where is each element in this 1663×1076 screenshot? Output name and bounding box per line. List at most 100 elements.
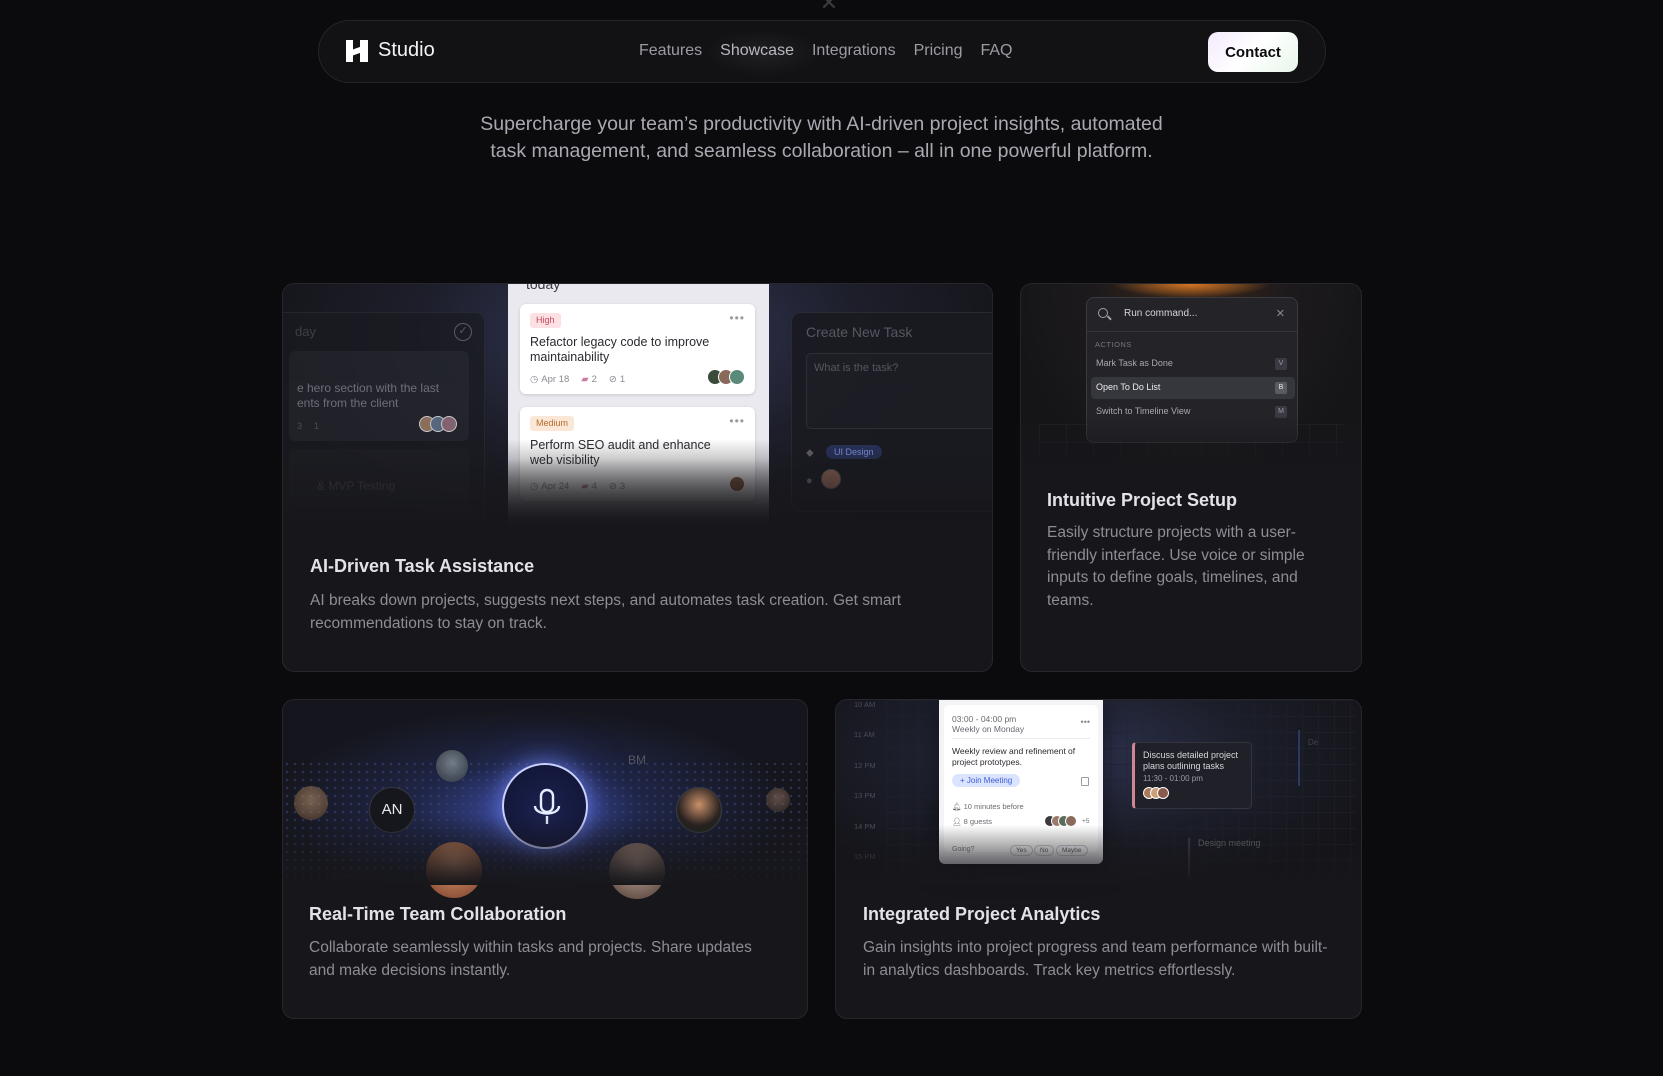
- nav-links: Features Showcase Integrations Pricing F…: [639, 42, 1013, 60]
- hero-subtitle: Supercharge your team’s productivity wit…: [480, 113, 1163, 162]
- nav-link-integrations[interactable]: Integrations: [812, 42, 896, 60]
- nav-link-showcase[interactable]: Showcase: [720, 42, 794, 60]
- more-icon[interactable]: •••: [729, 311, 745, 325]
- avatar: [426, 842, 482, 898]
- priority-tag: High: [530, 313, 561, 328]
- card-description: AI breaks down projects, suggests next s…: [310, 592, 902, 632]
- actions-section-label: ACTIONS: [1095, 340, 1132, 349]
- guests-row: 👤︎ 8 guests: [952, 817, 992, 826]
- avatar: [609, 843, 665, 899]
- studio-logo-icon: [346, 39, 368, 62]
- task-avatars: [729, 476, 745, 492]
- search-icon: [1098, 308, 1108, 318]
- card-description: Collaborate seamlessly within tasks and …: [309, 939, 752, 979]
- command-input[interactable]: Run command...: [1124, 308, 1197, 319]
- attachment-count: 3: [619, 481, 626, 492]
- avatar: [729, 476, 745, 492]
- create-task-panel: Create New Task What is the task? ⬥ UI D…: [791, 312, 992, 512]
- task-meta: ◷ Apr 24 ▰ 4 ⊘ 3: [530, 481, 625, 492]
- feature-card-project-setup: Run command... ✕ ACTIONS Mark Task as Do…: [1020, 283, 1362, 672]
- brand-name: Studio: [378, 39, 435, 61]
- design-meeting-event[interactable]: Design meeting: [1188, 838, 1261, 878]
- rsvp-no-button[interactable]: No: [1034, 845, 1055, 856]
- meeting-recurrence: Weekly on Monday: [952, 724, 1025, 734]
- person-icon: ●: [806, 475, 813, 487]
- ghost-event: De: [1298, 730, 1358, 786]
- top-nav: Studio Features Showcase Integrations Pr…: [318, 20, 1326, 83]
- time-label: 11 AM: [854, 730, 875, 739]
- ghost-task-text: & MVP Testing: [317, 479, 396, 493]
- task-meta: ◷ Apr 18 ▰ 2 ⊘ 1: [530, 374, 625, 385]
- nav-link-faq[interactable]: FAQ: [980, 42, 1012, 60]
- close-icon[interactable]: ✕: [1276, 307, 1285, 320]
- avatar: [729, 369, 745, 385]
- avatar: [441, 416, 457, 432]
- microphone-button[interactable]: [502, 763, 588, 849]
- check-circle-icon: ✓: [454, 323, 472, 341]
- comment-count: 4: [591, 481, 597, 492]
- attachment-icon: ⊘: [608, 481, 617, 492]
- event-time: 11:30 - 01:00 pm: [1143, 774, 1203, 783]
- calendar-preview: 10 AM 11 AM 12 PM 13 PM 14 PM 15 PM 03:0…: [836, 700, 1361, 885]
- command-label: Open To Do List: [1096, 382, 1161, 392]
- command-label: Switch to Timeline View: [1096, 406, 1191, 416]
- command-item[interactable]: Mark Task as Done V: [1091, 353, 1295, 375]
- rsvp-maybe-button[interactable]: Maybe: [1056, 845, 1088, 856]
- meeting-card[interactable]: 03:00 - 04:00 pm Weekly on Monday ••• We…: [939, 700, 1103, 864]
- microphone-icon: [533, 788, 561, 824]
- close-icon[interactable]: ✕: [818, 0, 840, 14]
- ghost-avatars: [419, 416, 457, 432]
- card-description: Easily structure projects with a user-fr…: [1047, 524, 1305, 609]
- feature-card-ai-task: day ✓ e hero section with the last ents …: [282, 283, 993, 672]
- command-item[interactable]: Switch to Timeline View M: [1091, 401, 1295, 423]
- attachment-count: 1: [619, 374, 626, 385]
- create-task-title: Create New Task: [806, 324, 913, 340]
- command-search[interactable]: Run command... ✕: [1087, 298, 1297, 332]
- nav-link-pricing[interactable]: Pricing: [914, 42, 963, 60]
- copy-icon[interactable]: [1081, 777, 1089, 786]
- brand[interactable]: Studio: [346, 39, 435, 62]
- event-card[interactable]: Discuss detailed project plans outlining…: [1132, 742, 1252, 809]
- task-avatars: [707, 369, 745, 385]
- task-card[interactable]: High ••• Refactor legacy code to improve…: [520, 304, 755, 394]
- meeting-time: 03:00 - 04:00 pm Weekly on Monday: [952, 714, 1024, 734]
- command-item[interactable]: Open To Do List B: [1091, 377, 1295, 399]
- meeting-time-range: 03:00 - 04:00 pm: [952, 714, 1017, 724]
- avatar: [294, 786, 328, 820]
- going-label: Going?: [952, 846, 975, 853]
- ghost-column-label: day: [295, 324, 316, 339]
- shortcut-key: B: [1275, 382, 1287, 394]
- clock-icon: ◷: [530, 374, 539, 385]
- rsvp-yes-button[interactable]: Yes: [1010, 845, 1033, 856]
- column-label: today: [526, 283, 561, 292]
- shortcut-key: M: [1275, 406, 1287, 418]
- ghost-task-meta: 3 1: [297, 421, 319, 431]
- task-input[interactable]: What is the task?: [806, 353, 992, 429]
- orange-glow: [1111, 284, 1271, 298]
- avatar: [1157, 786, 1169, 799]
- more-icon[interactable]: •••: [1081, 717, 1090, 727]
- ui-design-tag[interactable]: UI Design: [826, 445, 882, 459]
- more-icon[interactable]: •••: [729, 414, 745, 428]
- task-card[interactable]: Medium ••• Perform SEO audit and enhance…: [520, 407, 755, 501]
- ghost-task-card: e hero section with the last ents from t…: [289, 351, 469, 441]
- card-title: Integrated Project Analytics: [863, 904, 1101, 924]
- command-label: Mark Task as Done: [1096, 358, 1173, 368]
- task-title: Refactor legacy code to improve maintain…: [530, 335, 710, 364]
- time-label: 12 PM: [854, 761, 876, 770]
- card-title: AI-Driven Task Assistance: [310, 556, 535, 576]
- comment-count: 2: [591, 374, 597, 385]
- time-label: 14 PM: [854, 822, 876, 831]
- guests-count: 8 guests: [963, 817, 992, 826]
- ghost-task-text: e hero section with the last ents from t…: [297, 381, 440, 410]
- priority-tag: Medium: [530, 416, 575, 431]
- attachment-count: 1: [314, 421, 320, 431]
- reminder-row: 🔔︎ 10 minutes before: [952, 802, 1024, 811]
- event-avatars: +2: [1143, 786, 1169, 799]
- ghost-task-column: day ✓ e hero section with the last ents …: [283, 312, 485, 527]
- nav-link-features[interactable]: Features: [639, 42, 702, 60]
- join-meeting-button[interactable]: + Join Meeting: [952, 774, 1021, 787]
- contact-button[interactable]: Contact: [1208, 32, 1298, 72]
- extra-guests: +5: [1082, 818, 1090, 825]
- avatar: [1065, 815, 1077, 827]
